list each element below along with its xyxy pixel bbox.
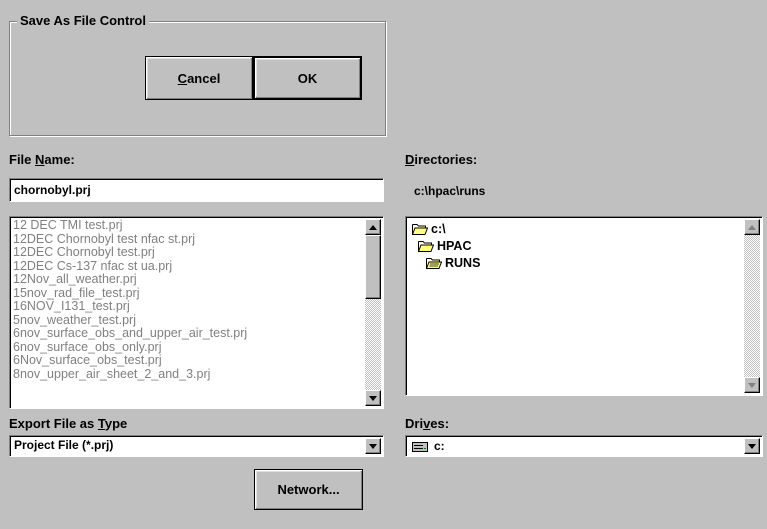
scroll-down-button[interactable] <box>744 377 760 393</box>
list-item[interactable]: 6nov_surface_obs_and_upper_air_test.prj <box>13 326 363 341</box>
open-folder-icon <box>412 224 428 235</box>
ok-button[interactable]: OK <box>253 56 362 100</box>
directory-label: RUNS <box>445 256 481 270</box>
scroll-up-button[interactable] <box>365 219 381 235</box>
list-item[interactable]: 12DEC Chornobyl test.prj <box>13 245 363 260</box>
arrow-up-icon <box>369 224 377 230</box>
drive-icon <box>412 441 428 452</box>
directory-tree-list[interactable]: c:\ HPAC RUNS <box>405 216 763 396</box>
scroll-track[interactable] <box>365 235 381 390</box>
list-item[interactable]: 5nov_weather_test.prj <box>13 313 363 328</box>
directory-list-scrollbar[interactable] <box>744 219 760 393</box>
file-list[interactable]: 12 DEC TMI test.prj 12DEC Chornobyl test… <box>9 216 384 409</box>
list-item[interactable]: 12DEC Cs-137 nfac st ua.prj <box>13 259 363 274</box>
export-type-label: Export File as Type <box>9 416 128 431</box>
ok-label: OK <box>297 70 318 86</box>
file-name-input[interactable]: chornobyl.prj <box>9 178 384 202</box>
file-name-value: chornobyl.prj <box>14 183 91 197</box>
arrow-down-icon <box>369 395 377 401</box>
cancel-mnemonic: C <box>177 70 188 86</box>
scroll-track <box>744 235 760 377</box>
list-item[interactable]: 16NOV_I131_test.prj <box>13 299 363 314</box>
scroll-thumb[interactable] <box>365 235 381 299</box>
directories-label: Directories: <box>405 152 478 167</box>
chevron-down-icon <box>369 443 377 449</box>
chevron-down-icon <box>748 443 756 449</box>
list-item[interactable]: 12Nov_all_weather.prj <box>13 272 363 287</box>
list-item[interactable]: 12DEC Chornobyl test nfac st.prj <box>13 232 363 247</box>
directory-label: c:\ <box>431 222 446 236</box>
scroll-up-button[interactable] <box>744 219 760 235</box>
directory-item-runs[interactable]: RUNS <box>426 255 480 271</box>
export-type-value: Project File (*.prj) <box>14 438 114 452</box>
export-type-dropdown-button[interactable] <box>365 438 381 454</box>
list-item[interactable]: 6nov_surface_obs_only.prj <box>13 340 363 355</box>
export-type-select[interactable]: Project File (*.prj) <box>9 435 384 457</box>
list-item[interactable]: 8nov_upper_air_sheet_2_and_3.prj <box>13 367 363 382</box>
directory-item-root[interactable]: c:\ <box>412 221 446 237</box>
drives-value: c: <box>412 439 445 454</box>
file-list-scrollbar[interactable] <box>365 219 381 406</box>
arrow-up-icon <box>748 224 756 230</box>
drives-select[interactable]: c: <box>405 435 763 457</box>
list-item[interactable]: 12 DEC TMI test.prj <box>13 219 363 233</box>
cancel-label: ancel <box>187 70 221 86</box>
open-folder-icon <box>418 241 434 252</box>
group-box-title: Save As File Control <box>17 13 149 29</box>
scroll-down-button[interactable] <box>365 390 381 406</box>
open-folder-icon <box>426 258 442 269</box>
current-directory-path: c:\hpac\runs <box>414 184 486 198</box>
cancel-button[interactable]: Cancel <box>145 56 253 100</box>
list-item[interactable]: 6Nov_surface_obs_test.prj <box>13 353 363 368</box>
network-button[interactable]: Network... <box>254 469 363 510</box>
drives-label: Drives: <box>405 416 450 431</box>
directory-item-hpac[interactable]: HPAC <box>418 238 472 254</box>
file-list-items: 12 DEC TMI test.prj 12DEC Chornobyl test… <box>13 219 363 406</box>
list-item[interactable]: 15nov_rad_file_test.prj <box>13 286 363 301</box>
arrow-down-icon <box>748 382 756 388</box>
file-name-label: File Name: <box>9 152 75 167</box>
network-label: Network... <box>277 482 340 497</box>
drives-dropdown-button[interactable] <box>744 438 760 454</box>
directory-label: HPAC <box>437 239 472 253</box>
